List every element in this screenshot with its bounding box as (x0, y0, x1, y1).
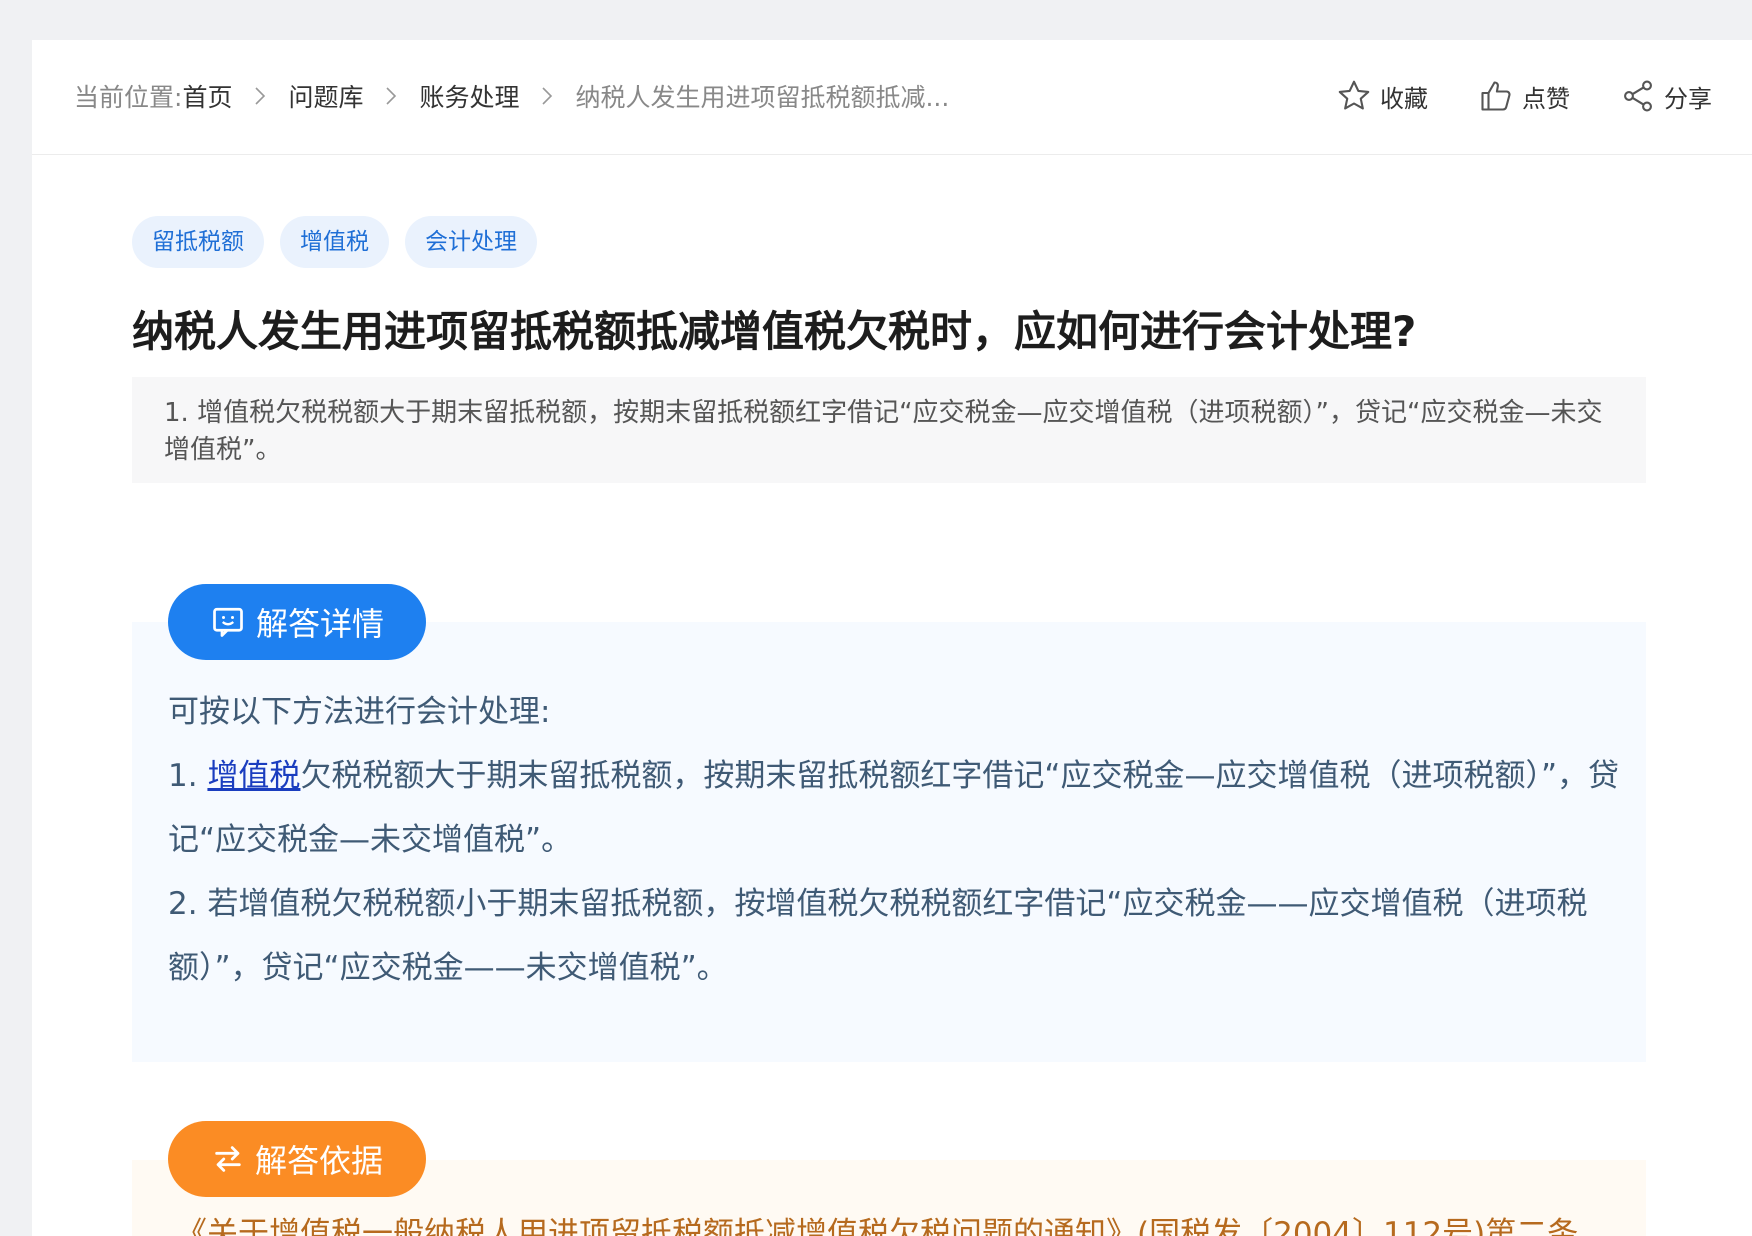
breadcrumb-current: 纳税人发生用进项留抵税额抵减... (575, 83, 950, 112)
answer-intro: 可按以下方法进行会计处理: (168, 694, 551, 730)
swap-arrows-icon (215, 1146, 241, 1172)
breadcrumb-prefix: 当前位置: (74, 83, 183, 112)
answer-item-2: 2. 若增值税欠税税额小于期末留抵税额，按增值税欠税税额红字借记“应交税金——应… (168, 886, 1588, 986)
top-bar: 当前位置: 首页 问题库 账务处理 纳税人发生用进项留抵税额抵减... 收藏 点… (32, 40, 1752, 155)
tag-retained-tax[interactable]: 留抵税额 (132, 216, 264, 268)
chevron-right-icon (254, 86, 266, 106)
article-actions: 收藏 点赞 分享 (1286, 76, 1712, 116)
question-summary: 1. 增值税欠税税额大于期末留抵税额，按期末留抵税额红字借记“应交税金—应交增值… (132, 377, 1646, 483)
vat-link[interactable]: 增值税 (207, 758, 300, 794)
like-button[interactable]: 点赞 (1478, 78, 1570, 114)
breadcrumb: 当前位置: 首页 问题库 账务处理 纳税人发生用进项留抵税额抵减... (74, 76, 949, 116)
share-label: 分享 (1664, 84, 1712, 113)
article-page: 当前位置: 首页 问题库 账务处理 纳税人发生用进项留抵税额抵减... 收藏 点… (32, 40, 1752, 1236)
tag-accounting[interactable]: 会计处理 (405, 216, 537, 268)
basis-reference-link[interactable]: 《关于增值税一般纳税人用进项留抵税额抵减增值税欠税问题的通知》(国税发〔2004… (176, 1212, 1656, 1236)
answer-item-1-prefix: 1. (168, 758, 208, 794)
breadcrumb-accounting[interactable]: 账务处理 (419, 78, 519, 114)
share-icon (1624, 80, 1652, 112)
tag-vat[interactable]: 增值税 (280, 216, 389, 268)
answer-item-1: 1. 增值税欠税税额大于期末留抵税额，按期末留抵税额红字借记“应交税金—应交增值… (168, 744, 1648, 872)
answer-detail-label: 解答详情 (255, 605, 384, 643)
chevron-right-icon (541, 86, 553, 106)
tag-list: 留抵税额 增值税 会计处理 (132, 216, 553, 268)
thumbs-up-icon (1481, 81, 1511, 111)
chevron-right-icon (385, 86, 397, 106)
favorite-button[interactable]: 收藏 (1336, 78, 1428, 114)
breadcrumb-question-bank[interactable]: 问题库 (288, 78, 363, 114)
page-title: 纳税人发生用进项留抵税额抵减增值税欠税时，应如何进行会计处理? (132, 307, 1417, 356)
breadcrumb-home[interactable]: 首页 (182, 78, 232, 114)
answer-item-1-text: 欠税税额大于期末留抵税额，按期末留抵税额红字借记“应交税金—应交增值税（进项税额… (168, 758, 1620, 858)
answer-detail-badge: 解答详情 (168, 584, 426, 660)
like-label: 点赞 (1522, 84, 1570, 113)
chat-smile-icon (213, 607, 243, 637)
answer-basis-badge: 解答依据 (168, 1121, 426, 1197)
favorite-label: 收藏 (1380, 84, 1428, 113)
answer-basis-label: 解答依据 (254, 1142, 383, 1180)
star-icon (1338, 80, 1370, 110)
answer-body: 可按以下方法进行会计处理: 1. 增值税欠税税额大于期末留抵税额，按期末留抵税额… (168, 680, 1648, 1000)
share-button[interactable]: 分享 (1620, 78, 1712, 114)
